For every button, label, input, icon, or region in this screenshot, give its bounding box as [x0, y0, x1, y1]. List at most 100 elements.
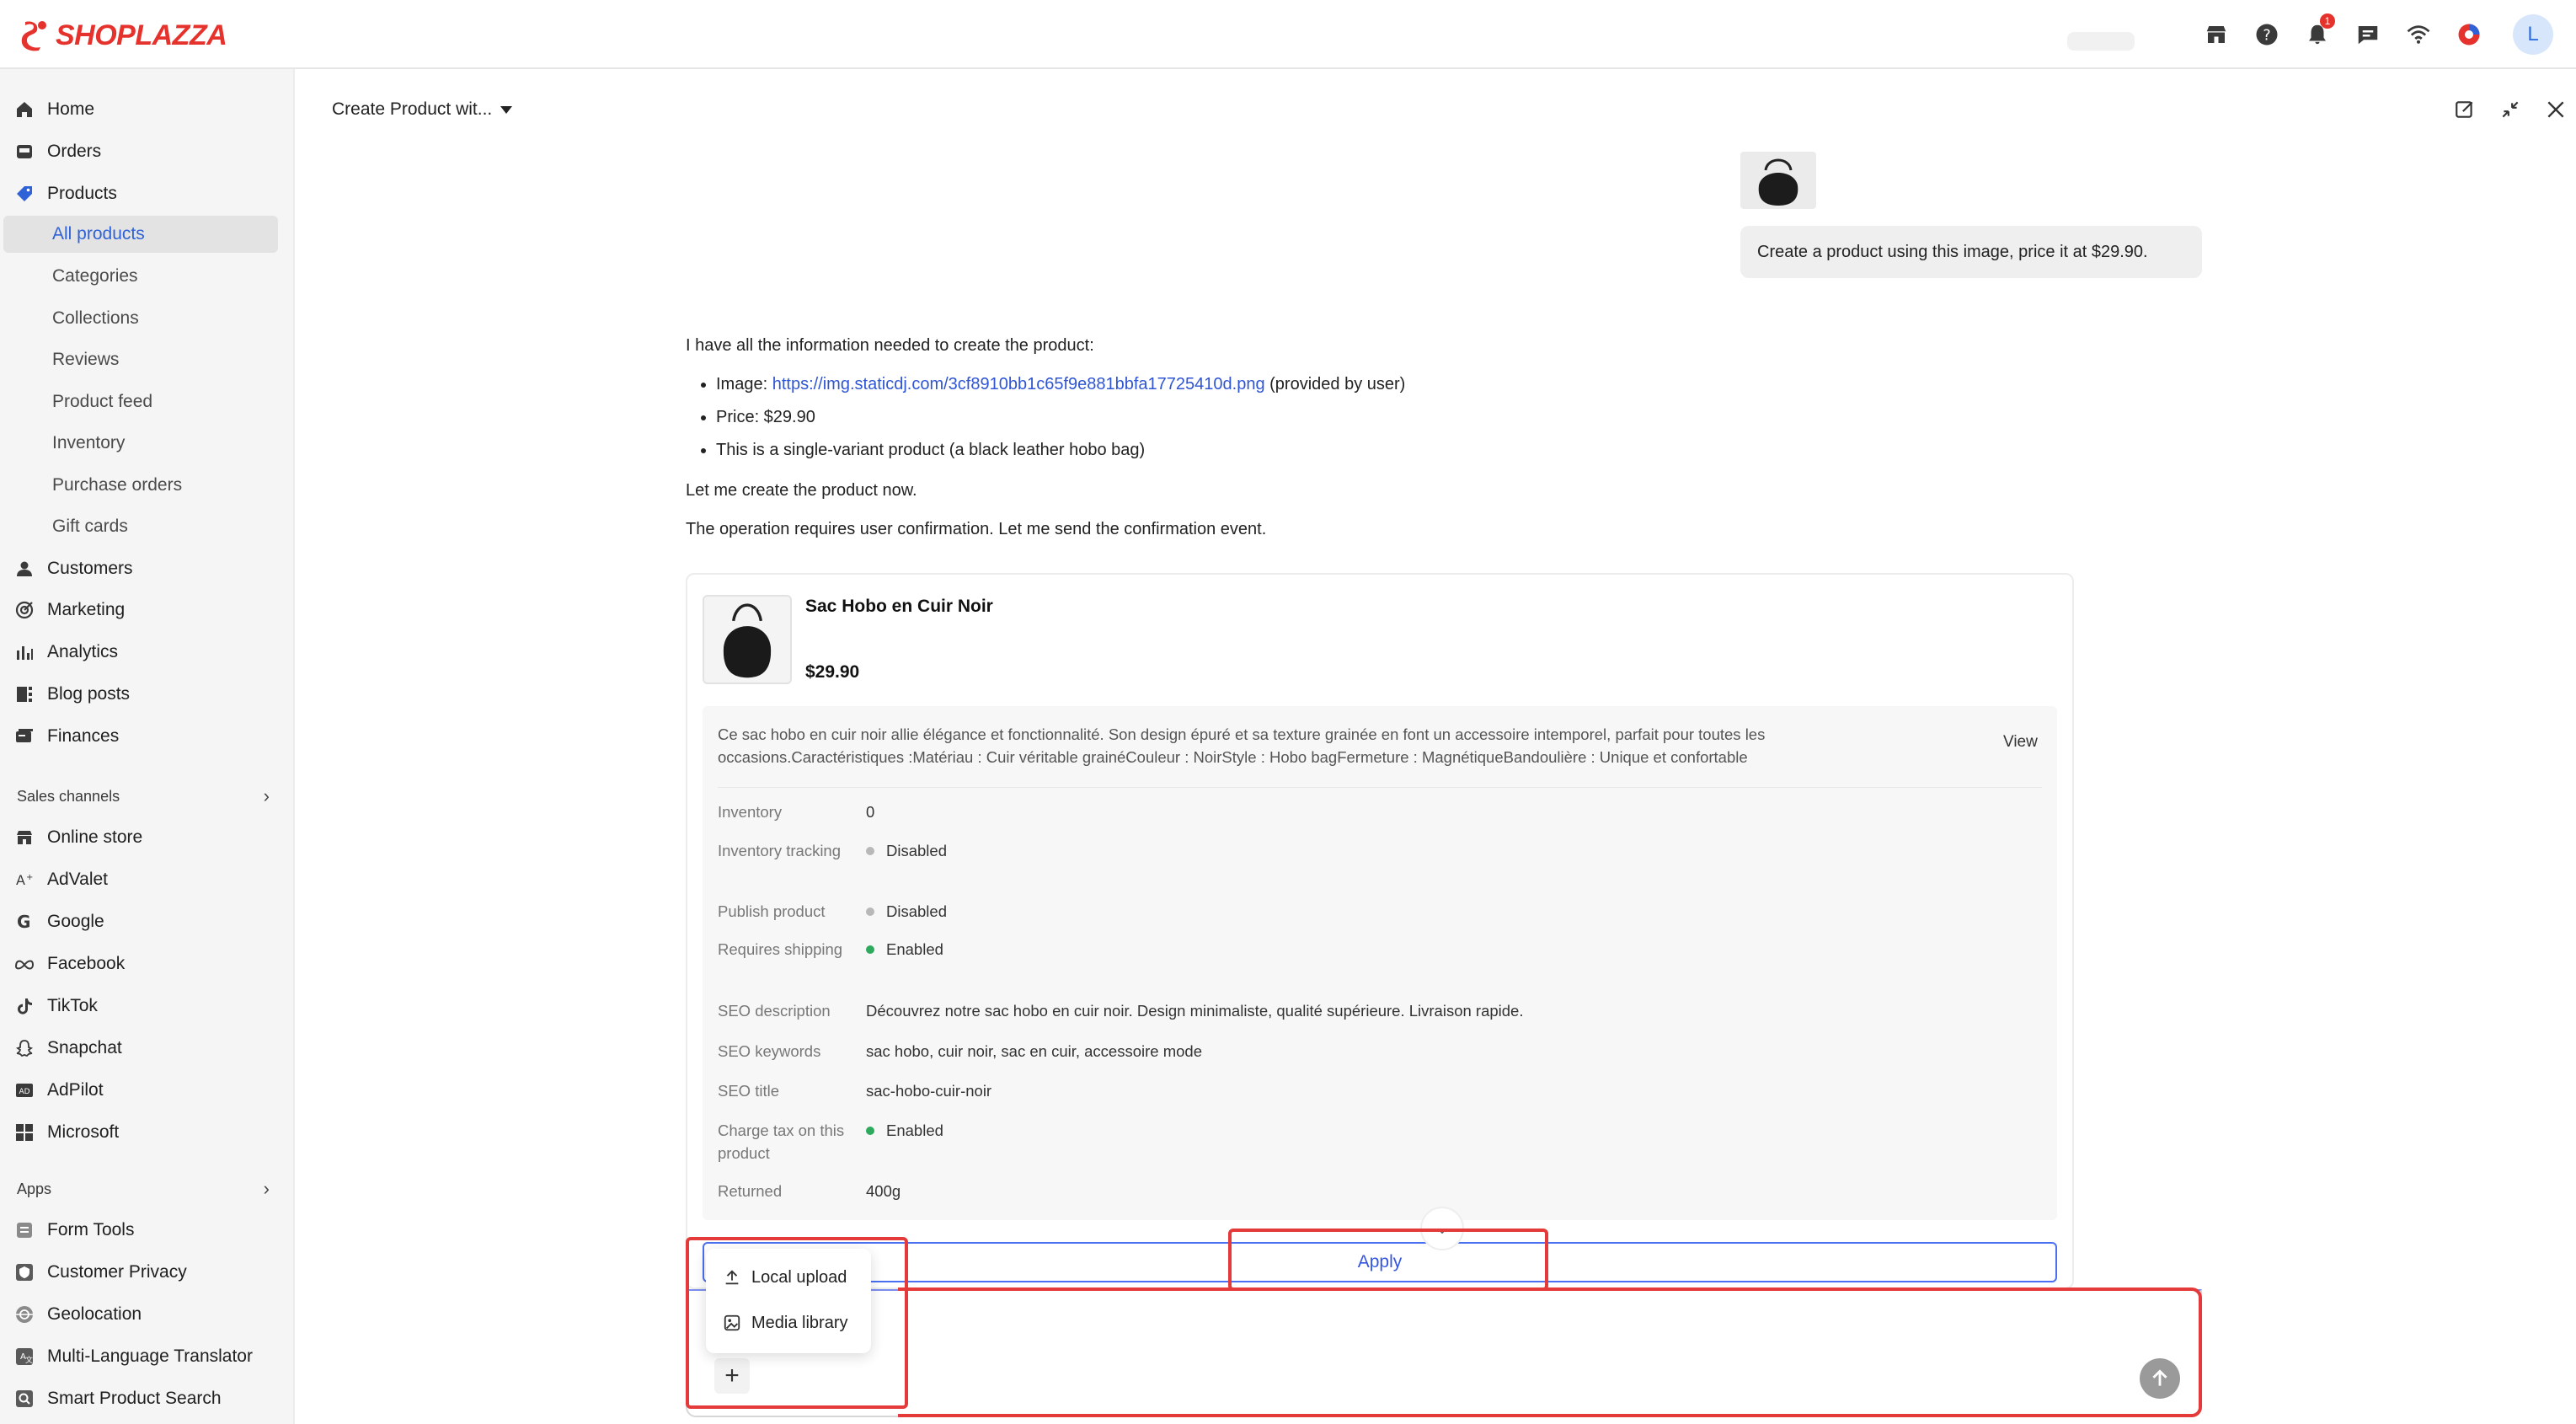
color-circle-icon[interactable] [2451, 17, 2487, 52]
product-thumbnail[interactable] [703, 595, 792, 684]
sidebar-sub-all-products[interactable]: All products [3, 216, 278, 253]
assistant-intro: I have all the information needed to cre… [686, 336, 1094, 355]
sidebar-item-label: Blog posts [47, 684, 131, 704]
tag-icon [13, 183, 35, 205]
detail-label: Requires shipping [718, 940, 843, 958]
sidebar-item-geolocation[interactable]: Geolocation [0, 1296, 295, 1333]
detail-label: SEO title [718, 1082, 779, 1100]
sidebar-item-label: Online store [47, 827, 143, 847]
detail-value: sac hobo, cuir noir, sac en cuir, access… [866, 1042, 1202, 1060]
sidebar-item-label: Google [47, 912, 104, 931]
chevron-right-icon: › [263, 785, 270, 806]
sidebar-item-label: Marketing [47, 600, 126, 619]
notification-badge: 1 [2320, 13, 2335, 29]
sidebar-item-form-tools[interactable]: Form Tools [0, 1212, 295, 1249]
sidebar-item-smart-product-search[interactable]: Smart Product Search [0, 1380, 295, 1417]
sidebar-item-tiktok[interactable]: TikTok [0, 988, 295, 1025]
sidebar-item-microsoft[interactable]: Microsoft [0, 1114, 295, 1151]
orders-icon [13, 141, 35, 163]
close-icon[interactable] [2542, 96, 2569, 123]
globe-icon [13, 1304, 35, 1325]
store-icon[interactable] [2199, 17, 2234, 52]
sidebar-item-label: Products [47, 184, 117, 203]
detail-value: Enabled [866, 1119, 943, 1142]
store-name-chip[interactable] [2067, 32, 2135, 51]
caret-down-icon [500, 105, 513, 114]
product-details-panel: Ce sac hobo en cuir noir allie élégance … [703, 706, 2057, 1220]
apps-header[interactable]: Apps › [17, 1176, 270, 1202]
annotation-box-input [898, 1287, 2202, 1417]
detail-label: Charge tax on this product [718, 1122, 845, 1162]
product-name: Sac Hobo en Cuir Noir [805, 597, 993, 616]
translate-icon: A文 [13, 1346, 35, 1368]
detail-value: Disabled [866, 839, 947, 862]
status-dot [866, 945, 874, 954]
user-avatar[interactable]: L [2513, 14, 2553, 55]
conversation-title-dropdown[interactable]: Create Product wit... [332, 99, 513, 120]
user-uploaded-image[interactable] [1740, 152, 1816, 209]
sidebar-item-label: Customer Privacy [47, 1262, 187, 1282]
collapse-icon[interactable] [2497, 96, 2524, 123]
status-dot [866, 1126, 874, 1135]
status-dot [866, 846, 874, 855]
chat-icon[interactable] [2350, 17, 2386, 52]
sidebar-item-customer-privacy[interactable]: Customer Privacy [0, 1254, 295, 1291]
sidebar-item-label: Facebook [47, 954, 126, 973]
detail-label: SEO description [718, 1002, 831, 1020]
sidebar-item-marketing[interactable]: Marketing [0, 592, 295, 629]
status-dot [866, 907, 874, 916]
person-icon [13, 558, 35, 580]
brand-name: SHOPLAZZA [56, 19, 227, 51]
handbag-icon [723, 603, 772, 678]
sidebar-item-label: Analytics [47, 642, 119, 661]
sidebar-sub-purchase-orders[interactable]: Purchase orders [52, 467, 182, 504]
detail-value: Disabled [866, 900, 947, 923]
bar-chart-icon [13, 641, 35, 663]
sidebar-item-finances[interactable]: Finances [0, 718, 295, 755]
wifi-icon[interactable] [2401, 17, 2436, 52]
new-chat-icon[interactable] [2451, 96, 2478, 123]
google-icon: G [13, 911, 35, 933]
image-url-link[interactable]: https://img.staticdj.com/3cf8910bb1c65f9… [772, 375, 1265, 393]
bullet-variant: This is a single-variant product (a blac… [716, 438, 1865, 462]
sidebar-sub-gift-cards[interactable]: Gift cards [52, 508, 128, 545]
bell-icon[interactable]: 1 [2300, 13, 2335, 52]
sales-channels-header[interactable]: Sales channels › [17, 784, 270, 809]
sidebar-item-customers[interactable]: Customers [0, 550, 295, 587]
bullet-image: Image: https://img.staticdj.com/3cf8910b… [716, 372, 1865, 396]
sidebar-sub-inventory[interactable]: Inventory [52, 425, 125, 462]
sidebar-item-advalet[interactable]: A + AdValet [0, 861, 295, 898]
sidebar-item-home[interactable]: Home [0, 91, 295, 128]
form-icon [13, 1219, 35, 1241]
help-icon[interactable]: ? [2249, 17, 2285, 52]
advalet-icon: A + [13, 869, 35, 891]
sidebar-sub-collections[interactable]: Collections [52, 300, 139, 337]
logo[interactable]: SHOPLAZZA [19, 17, 227, 54]
sidebar-item-google[interactable]: G Google [0, 903, 295, 940]
sidebar-item-analytics[interactable]: Analytics [0, 634, 295, 671]
sidebar-item-adpilot[interactable]: AD AdPilot [0, 1072, 295, 1109]
view-description-link[interactable]: View [2003, 733, 2038, 752]
search-icon [13, 1388, 35, 1410]
sidebar-sub-reviews[interactable]: Reviews [52, 341, 119, 378]
sidebar-sub-categories[interactable]: Categories [52, 258, 138, 295]
svg-text:AD: AD [19, 1088, 29, 1096]
microsoft-icon [13, 1122, 35, 1143]
sidebar-item-label: Finances [47, 726, 120, 746]
product-price: $29.90 [805, 662, 860, 682]
sidebar-sub-product-feed[interactable]: Product feed [52, 383, 152, 420]
sidebar-item-products[interactable]: Products [0, 175, 295, 212]
sidebar-item-blog-posts[interactable]: Blog posts [0, 676, 295, 713]
assistant-message: I have all the information needed to cre… [686, 334, 1865, 556]
sidebar-item-facebook[interactable]: Facebook [0, 945, 295, 982]
sidebar-item-label: TikTok [47, 996, 98, 1015]
sidebar-item-orders[interactable]: Orders [0, 133, 295, 170]
detail-label: Inventory [718, 803, 783, 821]
blog-icon [13, 683, 35, 705]
target-icon [13, 599, 35, 621]
product-description: Ce sac hobo en cuir noir allie élégance … [718, 725, 1766, 766]
sidebar-item-online-store[interactable]: Online store [0, 819, 295, 856]
bullet-price: Price: $29.90 [716, 405, 1865, 429]
sidebar-item-snapchat[interactable]: Snapchat [0, 1030, 295, 1067]
sidebar-item-multi-language-translator[interactable]: A文 Multi-Language Translator [0, 1338, 295, 1375]
